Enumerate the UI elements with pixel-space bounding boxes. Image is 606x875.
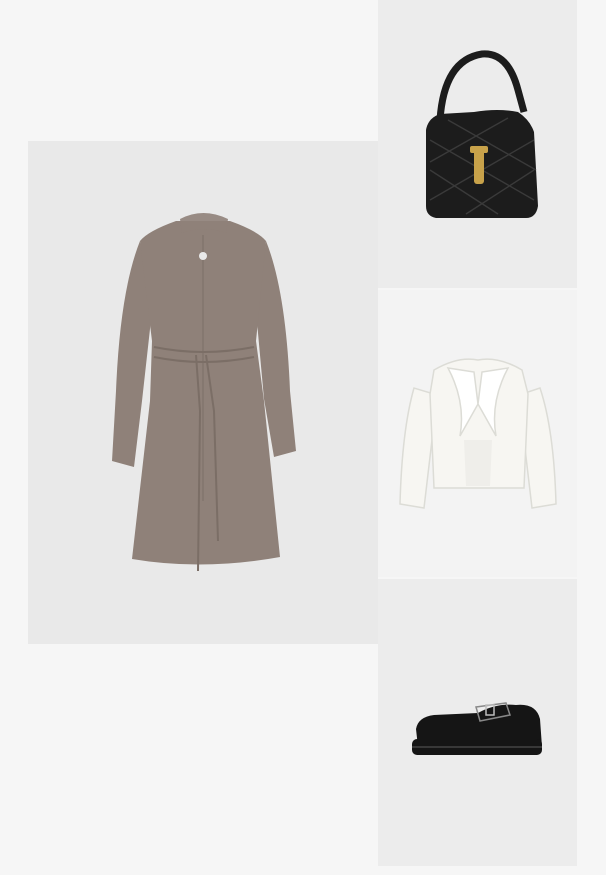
- dress-illustration: [112, 213, 296, 565]
- dress-image: [28, 141, 378, 644]
- dress-product-tile[interactable]: [28, 141, 378, 644]
- handbag-product-tile[interactable]: [378, 0, 577, 288]
- shoes-image: [378, 579, 577, 866]
- blazer-product-tile[interactable]: [378, 290, 577, 577]
- outfit-collage-page: { "outfit": { "items": [ {"name": "dress…: [0, 0, 606, 875]
- blazer-image: [378, 290, 577, 577]
- handbag-image: [378, 0, 577, 288]
- shoes-product-tile[interactable]: [378, 579, 577, 866]
